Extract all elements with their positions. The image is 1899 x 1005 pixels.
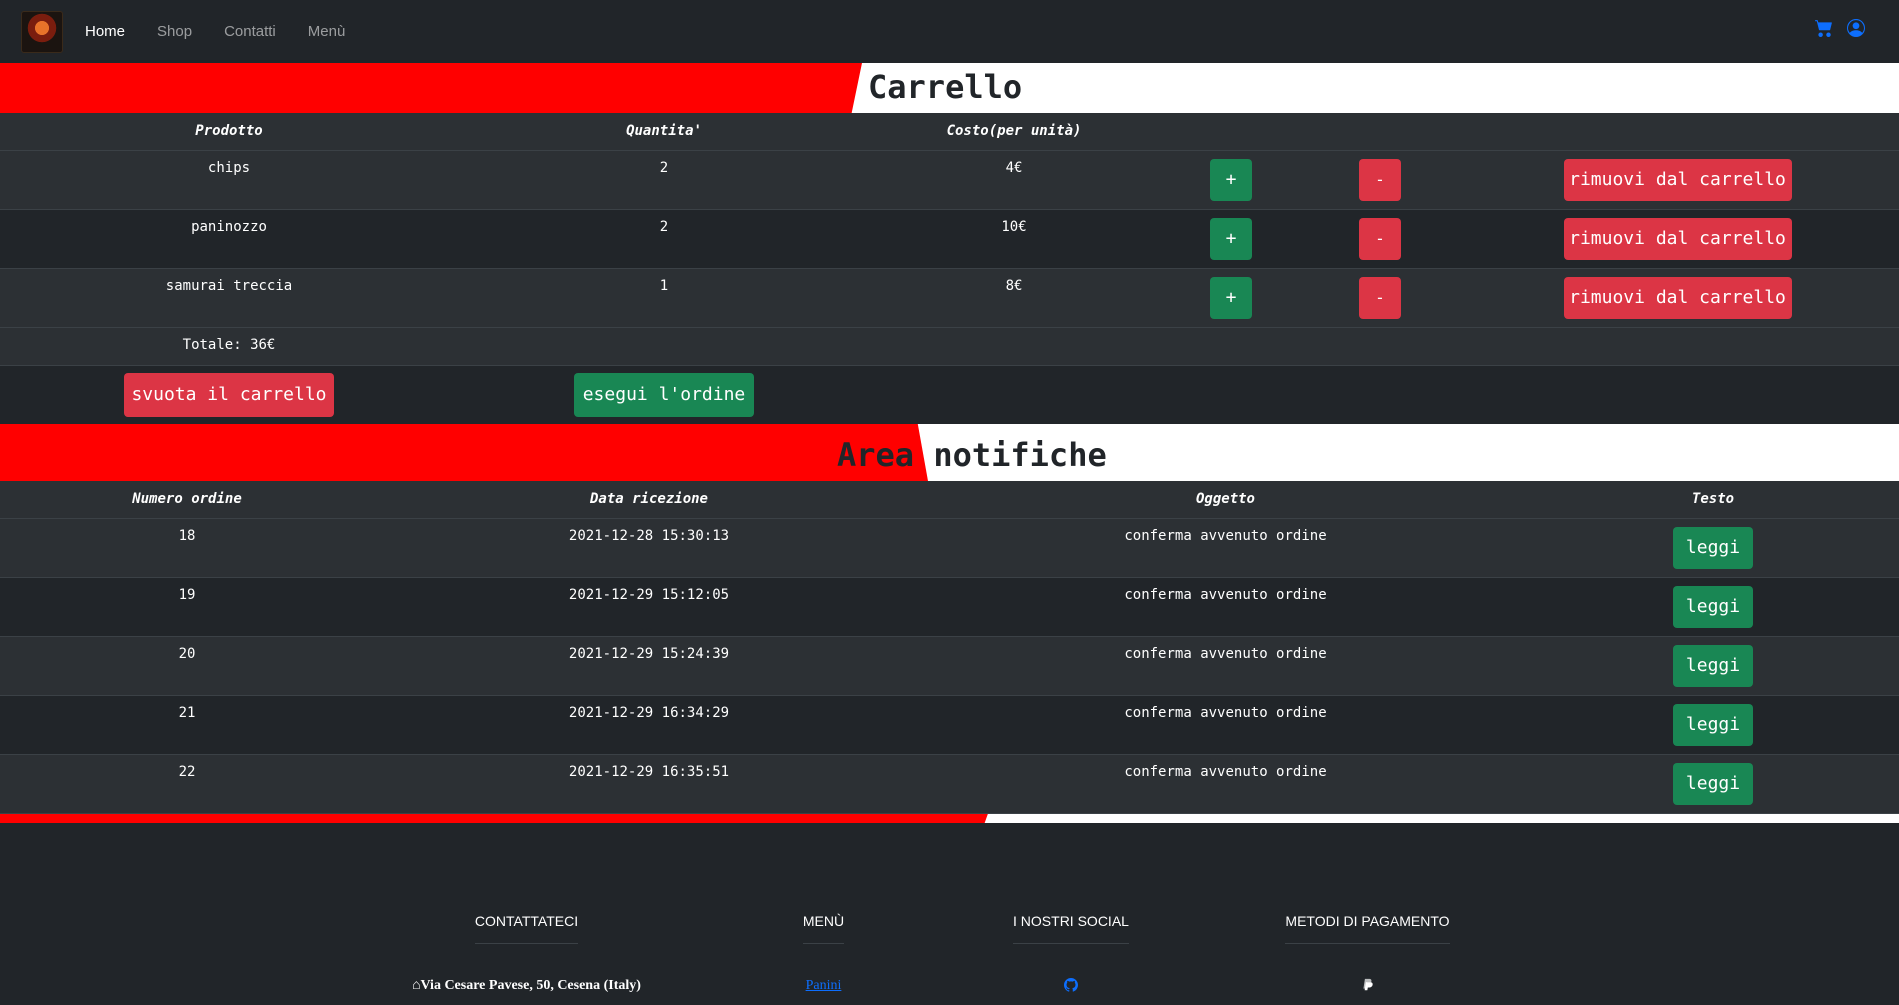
notification-subject: conferma avvenuto ordine xyxy=(924,577,1527,637)
notification-subject: conferma avvenuto ordine xyxy=(924,754,1527,814)
notifications-table: Numero ordine Data ricezione Oggetto Tes… xyxy=(0,481,1899,814)
order-number: 22 xyxy=(0,754,374,814)
read-button[interactable]: leggi xyxy=(1673,526,1753,569)
order-number: 19 xyxy=(0,577,374,637)
order-number: 20 xyxy=(0,636,374,696)
navbar: Home Shop Contatti Menù xyxy=(0,0,1899,63)
notification-subject: conferma avvenuto ordine xyxy=(924,518,1527,578)
notifications-title: Area notifiche xyxy=(837,436,1107,474)
nav-link-menu[interactable]: Menù xyxy=(308,23,346,40)
footer-payment-column: METODI DI PAGAMENTO xyxy=(1270,913,1465,996)
notification-row: 19 2021-12-29 15:12:05 conferma avvenuto… xyxy=(0,577,1899,637)
notification-row: 18 2021-12-28 15:30:13 conferma avvenuto… xyxy=(0,518,1899,578)
increase-button[interactable]: + xyxy=(1210,158,1252,201)
increase-button[interactable]: + xyxy=(1210,217,1252,260)
nav-link-contatti[interactable]: Contatti xyxy=(224,23,276,40)
user-circle-icon[interactable] xyxy=(1847,19,1865,37)
notifications-header-row: Numero ordine Data ricezione Oggetto Tes… xyxy=(0,481,1899,519)
cart-row: paninozzo 2 10€ + - rimuovi dal carrello xyxy=(0,209,1899,269)
footer-contact-heading: CONTATTATECI xyxy=(474,913,579,944)
product-name: samurai treccia xyxy=(0,268,458,328)
nav-link-shop[interactable]: Shop xyxy=(157,23,192,40)
header-subject: Oggetto xyxy=(924,481,1527,519)
remove-from-cart-button[interactable]: rimuovi dal carrello xyxy=(1563,276,1792,319)
cart-banner: Carrello xyxy=(0,63,1899,113)
product-qty: 2 xyxy=(458,209,870,269)
footer-link-panini[interactable]: Panini xyxy=(740,978,907,994)
cart-row: samurai treccia 1 8€ + - rimuovi dal car… xyxy=(0,268,1899,328)
header-order-number: Numero ordine xyxy=(0,481,374,519)
footer-menu-column: MENÙ Panini xyxy=(740,913,907,994)
nav-icons xyxy=(1815,19,1865,37)
header-text: Testo xyxy=(1527,481,1899,519)
notification-row: 21 2021-12-29 16:34:29 conferma avvenuto… xyxy=(0,695,1899,755)
received-date: 2021-12-29 16:34:29 xyxy=(374,695,924,755)
decrease-button[interactable]: - xyxy=(1359,217,1401,260)
site-logo[interactable] xyxy=(21,10,63,53)
remove-from-cart-button[interactable]: rimuovi dal carrello xyxy=(1563,217,1792,260)
order-number: 18 xyxy=(0,518,374,578)
banner-red-stripe xyxy=(0,424,928,481)
nav-links: Home Shop Contatti Menù xyxy=(85,23,377,40)
footer-contact-column: CONTATTATECI ⌂Via Cesare Pavese, 50, Ces… xyxy=(380,913,673,994)
footer: CONTATTATECI ⌂Via Cesare Pavese, 50, Ces… xyxy=(0,823,1899,1005)
notification-subject: conferma avvenuto ordine xyxy=(924,636,1527,696)
received-date: 2021-12-29 15:12:05 xyxy=(374,577,924,637)
product-name: paninozzo xyxy=(0,209,458,269)
product-cost: 8€ xyxy=(870,268,1158,328)
increase-button[interactable]: + xyxy=(1210,276,1252,319)
read-button[interactable]: leggi xyxy=(1673,762,1753,805)
cart-header-row: Prodotto Quantita' Costo(per unità) xyxy=(0,113,1899,151)
received-date: 2021-12-29 16:35:51 xyxy=(374,754,924,814)
header-product: Prodotto xyxy=(0,113,458,151)
notifications-banner: Area notifiche xyxy=(0,424,1899,481)
github-icon[interactable] xyxy=(1064,978,1079,992)
read-button[interactable]: leggi xyxy=(1673,644,1753,687)
cart-actions-row: svuota il carrello esegui l'ordine xyxy=(0,365,1899,424)
footer-address: ⌂Via Cesare Pavese, 50, Cesena (Italy) xyxy=(380,978,673,994)
decrease-button[interactable]: - xyxy=(1359,158,1401,201)
footer-social-heading: I NOSTRI SOCIAL xyxy=(1013,913,1129,944)
cart-total-row: Totale: 36€ xyxy=(0,327,1899,366)
cart-row: chips 2 4€ + - rimuovi dal carrello xyxy=(0,150,1899,210)
received-date: 2021-12-29 15:24:39 xyxy=(374,636,924,696)
product-cost: 4€ xyxy=(870,150,1158,210)
remove-from-cart-button[interactable]: rimuovi dal carrello xyxy=(1563,158,1792,201)
received-date: 2021-12-28 15:30:13 xyxy=(374,518,924,578)
footer-menu-heading: MENÙ xyxy=(802,913,845,944)
place-order-button[interactable]: esegui l'ordine xyxy=(574,372,754,417)
header-cost: Costo(per unità) xyxy=(870,113,1158,151)
product-qty: 1 xyxy=(458,268,870,328)
cart-icon[interactable] xyxy=(1815,19,1833,37)
footer-social-column: I NOSTRI SOCIAL xyxy=(995,913,1147,997)
empty-cart-button[interactable]: svuota il carrello xyxy=(124,372,334,417)
notification-subject: conferma avvenuto ordine xyxy=(924,695,1527,755)
footer-payment-heading: METODI DI PAGAMENTO xyxy=(1285,913,1450,944)
paypal-icon xyxy=(1363,978,1373,991)
banner-red-stripe xyxy=(0,63,862,113)
notification-row: 20 2021-12-29 15:24:39 conferma avvenuto… xyxy=(0,636,1899,696)
order-number: 21 xyxy=(0,695,374,755)
product-name: chips xyxy=(0,150,458,210)
product-cost: 10€ xyxy=(870,209,1158,269)
read-button[interactable]: leggi xyxy=(1673,585,1753,628)
decrease-button[interactable]: - xyxy=(1359,276,1401,319)
nav-link-home[interactable]: Home xyxy=(85,23,125,40)
cart-table: Prodotto Quantita' Costo(per unità) chip… xyxy=(0,113,1899,424)
header-quantity: Quantita' xyxy=(458,113,870,151)
product-qty: 2 xyxy=(458,150,870,210)
footer-address-text: Via Cesare Pavese, 50, Cesena (Italy) xyxy=(420,978,641,993)
read-button[interactable]: leggi xyxy=(1673,703,1753,746)
notification-row: 22 2021-12-29 16:35:51 conferma avvenuto… xyxy=(0,754,1899,814)
cart-title: Carrello xyxy=(868,68,1023,106)
cart-total: Totale: 36€ xyxy=(0,327,458,366)
header-date: Data ricezione xyxy=(374,481,924,519)
